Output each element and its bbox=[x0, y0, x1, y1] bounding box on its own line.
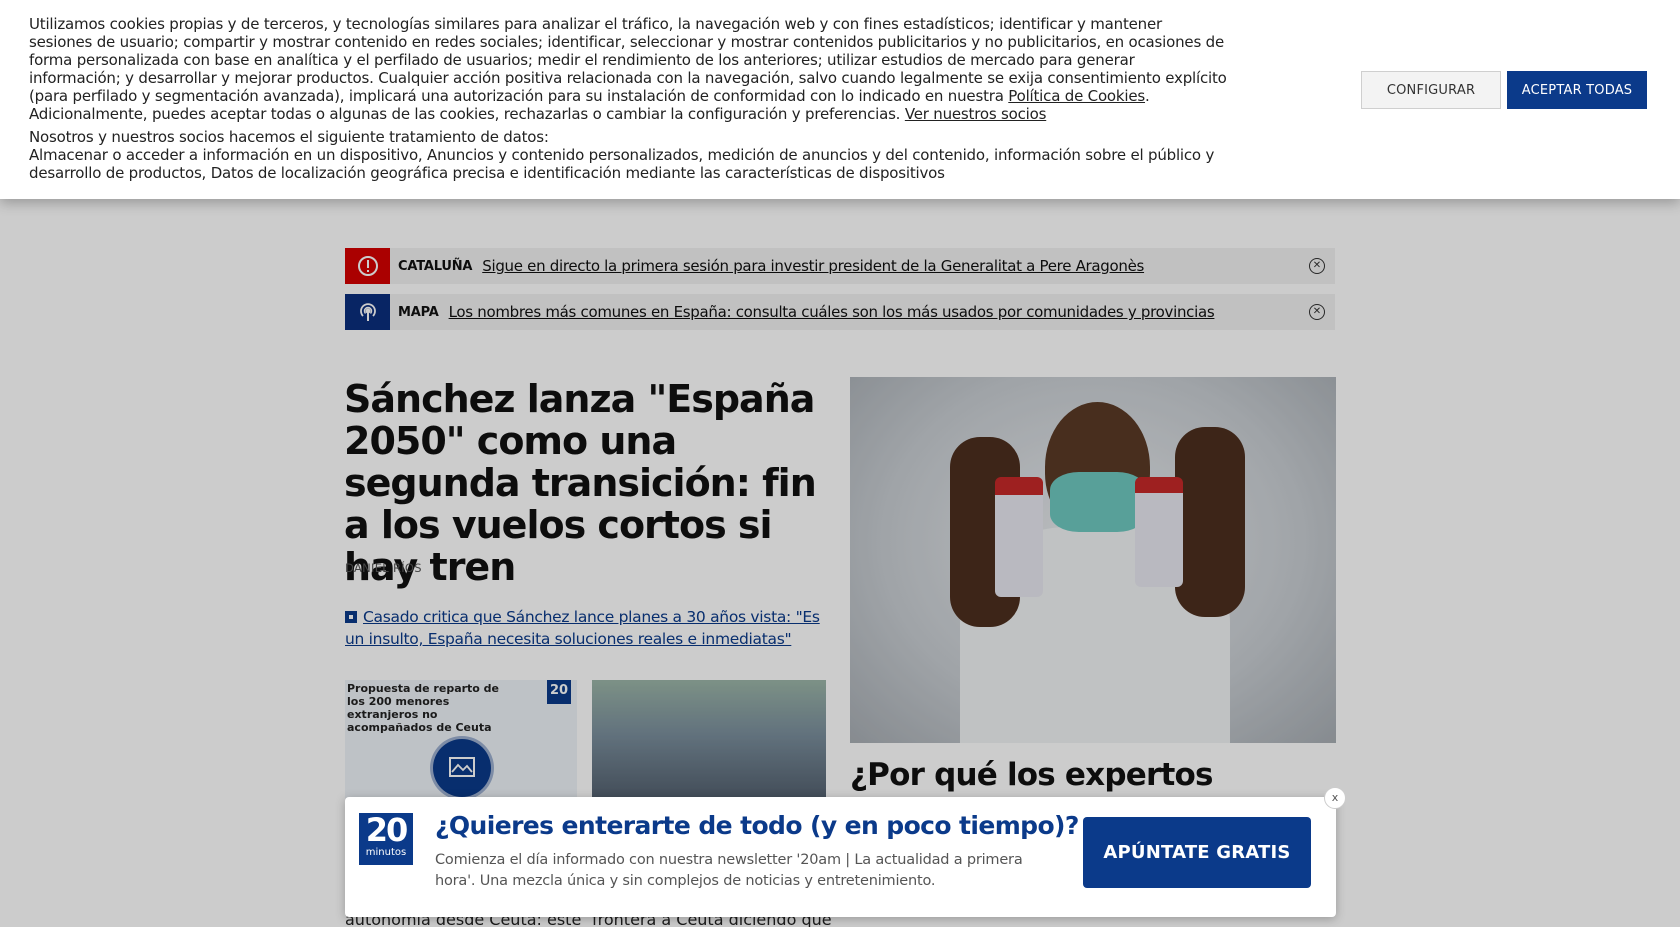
processing-list: Almacenar o acceder a información en un … bbox=[29, 146, 1215, 182]
infographic-title: Propuesta de reparto de los 200 menores … bbox=[347, 682, 500, 734]
alert-bar-mapa[interactable]: MAPA Los nombres más comunes en España: … bbox=[345, 294, 1335, 330]
related-story-link[interactable]: Casado critica que Sánchez lance planes … bbox=[345, 608, 820, 648]
logo-number: 20 bbox=[365, 811, 409, 849]
main-headline[interactable]: Sánchez lanza "España 2050" como una seg… bbox=[344, 378, 834, 588]
newsletter-popup: x 20 minutos ¿Quieres enterarte de todo … bbox=[345, 787, 1346, 917]
photo-shape bbox=[995, 477, 1043, 597]
close-icon[interactable]: ✕ bbox=[1309, 258, 1325, 274]
square-bullet-icon bbox=[345, 611, 357, 623]
related-story[interactable]: Casado critica que Sánchez lance planes … bbox=[345, 606, 825, 650]
vaccine-photo[interactable] bbox=[850, 377, 1336, 743]
partners-link[interactable]: Ver nuestros socios bbox=[905, 105, 1047, 123]
alert-category: MAPA bbox=[398, 304, 439, 320]
accept-all-button[interactable]: ACEPTAR TODAS bbox=[1507, 71, 1647, 109]
broadcast-icon bbox=[345, 294, 390, 330]
cookie-banner: Utilizamos cookies propias y de terceros… bbox=[0, 0, 1680, 199]
cookie-policy-link[interactable]: Política de Cookies bbox=[1008, 87, 1145, 105]
configure-button[interactable]: CONFIGURAR bbox=[1361, 71, 1501, 109]
alert-category: CATALUÑA bbox=[398, 258, 473, 274]
photo-shape bbox=[1175, 427, 1245, 617]
author-byline: DANIEL RÍOS bbox=[345, 561, 422, 575]
infographic-thumbnail[interactable]: Propuesta de reparto de los 200 menores … bbox=[345, 680, 577, 815]
brand-logo: 20 bbox=[547, 680, 571, 704]
alert-link[interactable]: Sigue en directo la primera sesión para … bbox=[482, 257, 1144, 275]
cookie-text: Utilizamos cookies propias y de terceros… bbox=[29, 15, 1229, 182]
alert-icon bbox=[345, 248, 390, 284]
alert-bar-cataluna[interactable]: CATALUÑA Sigue en directo la primera ses… bbox=[345, 248, 1335, 284]
cookie-paragraph: Utilizamos cookies propias y de terceros… bbox=[29, 15, 1229, 123]
close-icon[interactable]: ✕ bbox=[1309, 304, 1325, 320]
photo-shape bbox=[1050, 472, 1146, 532]
newsletter-description: Comienza el día informado con nuestra ne… bbox=[435, 852, 1023, 889]
gallery-play-icon[interactable] bbox=[430, 736, 494, 800]
photo-shape bbox=[1135, 477, 1183, 587]
processing-intro: Nosotros y nuestros socios hacemos el si… bbox=[29, 128, 549, 146]
newsletter-title: ¿Quieres enterarte de todo (y en poco ti… bbox=[435, 811, 1079, 840]
brand-logo: 20 minutos bbox=[359, 813, 413, 865]
alert-link[interactable]: Los nombres más comunes en España: consu… bbox=[449, 303, 1215, 321]
close-icon[interactable]: x bbox=[1324, 787, 1346, 809]
news-photo-thumbnail[interactable] bbox=[592, 680, 826, 815]
logo-text: minutos bbox=[365, 847, 407, 858]
subscribe-button[interactable]: APÚNTATE GRATIS bbox=[1083, 817, 1311, 888]
